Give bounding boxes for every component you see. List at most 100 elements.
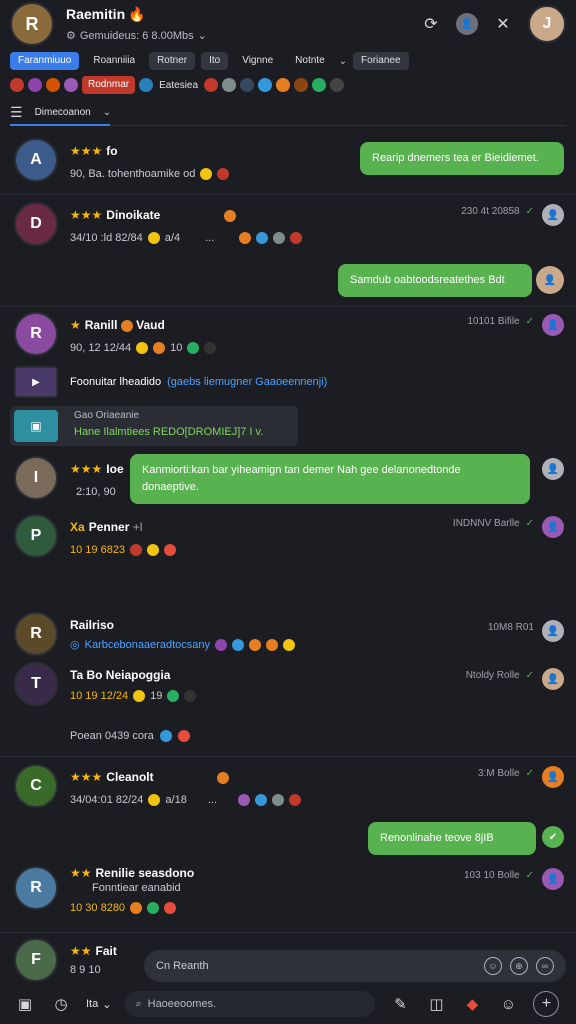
group-title[interactable]: Raemitin 🔥 (66, 6, 420, 23)
message-item[interactable]: D ★★★ Dinoikate 34/10 :ld 82/84 a/4... 230… (0, 198, 576, 258)
tab-switcher[interactable]: Ita ⌄ (86, 998, 111, 1011)
avatar[interactable]: I (14, 456, 58, 500)
emoji-icon (130, 544, 143, 556)
tag-icon[interactable] (64, 78, 78, 92)
reader-avatar[interactable]: 👤 (542, 766, 564, 788)
attach-icon[interactable]: ⊕ (510, 957, 528, 975)
message-item[interactable]: Samdub oabtoodsreatethes Bdt 👤 (0, 262, 576, 302)
message-item[interactable]: A ★★★ fo 90, Ba. tohenthoamike od Rearip … (0, 134, 576, 194)
tag-icon[interactable] (312, 78, 327, 92)
preview-card[interactable]: ▣ Gao Oriaeanie Hane Ilalmtiees REDO[DRO… (10, 406, 298, 446)
message-item[interactable]: R Railriso ◎ Karbcebonaaeradtocsany 10M8 … (0, 610, 576, 660)
menu-icon[interactable]: ☰ (10, 104, 23, 121)
filter-chip[interactable]: Ito (201, 52, 229, 70)
tab-discussion[interactable]: Dimecoanon (35, 107, 91, 118)
filter-chip[interactable]: Faranmiuuo (10, 52, 80, 70)
avatar[interactable]: R (14, 312, 58, 356)
participant-avatar[interactable]: 👤 (456, 13, 478, 35)
message-composer[interactable]: Cn Reanth ☺ ⊕ ∞ (144, 950, 566, 982)
group-avatar[interactable]: R (10, 2, 54, 46)
message-bubble[interactable]: Kanmiorti:kan bar yiheamign tan demer Na… (130, 454, 530, 504)
filter-chip[interactable]: Roanniiia (85, 52, 143, 70)
avatar[interactable]: R (14, 866, 58, 910)
notification-icon[interactable]: ▣ (14, 993, 36, 1015)
chevron-down-icon[interactable]: ⌄ (103, 107, 111, 118)
emoji-icon (120, 319, 133, 332)
emoji-icon (153, 342, 166, 354)
avatar[interactable]: T (14, 662, 58, 706)
message-input[interactable]: Cn Reanth (156, 960, 476, 972)
tag-icon[interactable] (139, 78, 154, 92)
attachment-thumbnail[interactable]: ▶ (14, 366, 58, 398)
reader-avatar[interactable]: 👤 (536, 266, 564, 294)
reader-avatar[interactable]: 👤 (542, 516, 564, 538)
emoji-icon (130, 902, 143, 914)
refresh-icon[interactable]: ⟳ (420, 13, 442, 35)
link-icon[interactable]: ∞ (536, 957, 554, 975)
reader-avatar[interactable]: 👤 (542, 204, 564, 226)
avatar[interactable]: P (14, 514, 58, 558)
search-input[interactable]: ⌕ Haoeeoomes. (125, 991, 376, 1017)
timestamp: 230 4t 20858 ✓ (461, 206, 534, 217)
pen-icon[interactable]: ✎ (389, 993, 411, 1015)
tag-icon[interactable] (258, 78, 273, 92)
chevron-down-icon[interactable]: ⌄ (339, 56, 347, 67)
filter-chip[interactable]: Rotner (149, 52, 196, 70)
message-meta: 10 19 6823 (70, 544, 177, 556)
globe-icon: ◎ (70, 639, 80, 651)
card-title: Gao Oriaeanie (74, 410, 140, 421)
profile-avatar[interactable]: J (528, 5, 566, 43)
tag-label[interactable]: Eatesiea (159, 80, 198, 91)
message-item[interactable]: C ★★★ Cleanolt 34/04:01 82/24 a/18... 3:M … (0, 762, 576, 822)
tag-icon[interactable] (294, 78, 309, 92)
filter-chip[interactable]: Notnte (287, 52, 332, 70)
emoji-icon (147, 232, 160, 244)
search-icon: ⌕ (135, 997, 142, 1010)
message-item[interactable]: I ★★★ Ioe 2:10, 90 Kanmiorti:kan bar yihe… (0, 452, 576, 508)
add-button[interactable]: + (533, 991, 560, 1017)
tag-icon[interactable] (240, 78, 255, 92)
avatar[interactable]: R (14, 612, 58, 656)
reader-avatar[interactable]: 👤 (542, 620, 564, 642)
message-link[interactable]: (gaebs liemugner Gaaoeennenji) (167, 376, 327, 388)
message-bubble[interactable]: Renonlinahe teove 8jIB (368, 822, 536, 855)
close-icon[interactable]: ✕ (492, 13, 514, 35)
filter-chip[interactable]: Forianee (353, 52, 409, 70)
emoji-icon[interactable]: ☺ (484, 957, 502, 975)
message-item[interactable]: R ★ Ranill Vaud 90, 12 12/44 10 10101 Bifi… (0, 308, 576, 368)
emoji-icon (187, 342, 200, 354)
tag-icon[interactable] (276, 78, 291, 92)
sender-name: ★★★ fo (70, 144, 118, 158)
tag-icon[interactable] (204, 78, 219, 92)
reader-avatar[interactable]: 👤 (542, 458, 564, 480)
play-icon[interactable]: ◷ (50, 993, 72, 1015)
settings-icon: ⚙ (66, 30, 76, 42)
card-body: Hane Ilalmtiees REDO[DROMIEJ]7 I v. (74, 426, 264, 438)
avatar[interactable]: C (14, 764, 58, 808)
sender-name: Railriso (70, 618, 115, 632)
reader-avatar[interactable]: 👤 (542, 868, 564, 890)
avatar[interactable]: D (14, 202, 58, 246)
tag-red[interactable]: Rodnmar (82, 76, 136, 94)
tag-icon[interactable] (222, 78, 237, 92)
reader-avatar[interactable]: 👤 (542, 668, 564, 690)
tag-icon[interactable] (28, 78, 42, 92)
chevron-down-icon[interactable]: ⌄ (198, 29, 207, 42)
sticker-icon[interactable]: ◫ (425, 993, 447, 1015)
avatar[interactable]: F (14, 938, 58, 982)
tag-icon[interactable] (46, 78, 60, 92)
message-item[interactable]: Renonlinahe teove 8jIB ✔ (0, 822, 576, 858)
message-item[interactable]: P Xa Penner +l 10 19 6823 INDNNV Barlle ✓ … (0, 510, 576, 570)
message-bubble[interactable]: Samdub oabtoodsreatethes Bdt (338, 264, 532, 297)
filter-chip[interactable]: Vignne (234, 52, 281, 70)
avatar[interactable]: A (14, 138, 58, 182)
message-item[interactable]: T Ta Bo Neiapoggia 10 19 12/24 19 Ntoldy … (0, 660, 576, 720)
gift-icon[interactable]: ◆ (461, 993, 483, 1015)
smiley-icon[interactable]: ☺ (497, 993, 519, 1015)
link-message[interactable]: Foonuitar lheadido (gaebs liemugner Gaaoe… (70, 376, 327, 388)
tag-icon[interactable] (10, 78, 24, 92)
message-item[interactable]: R ★★ Renilie seasdono Fonntiear eanabid 1… (0, 862, 576, 932)
tag-icon[interactable] (330, 78, 345, 92)
message-bubble[interactable]: Rearip dnemers tea er Bieidiemet. (360, 142, 564, 175)
reader-avatar[interactable]: 👤 (542, 314, 564, 336)
